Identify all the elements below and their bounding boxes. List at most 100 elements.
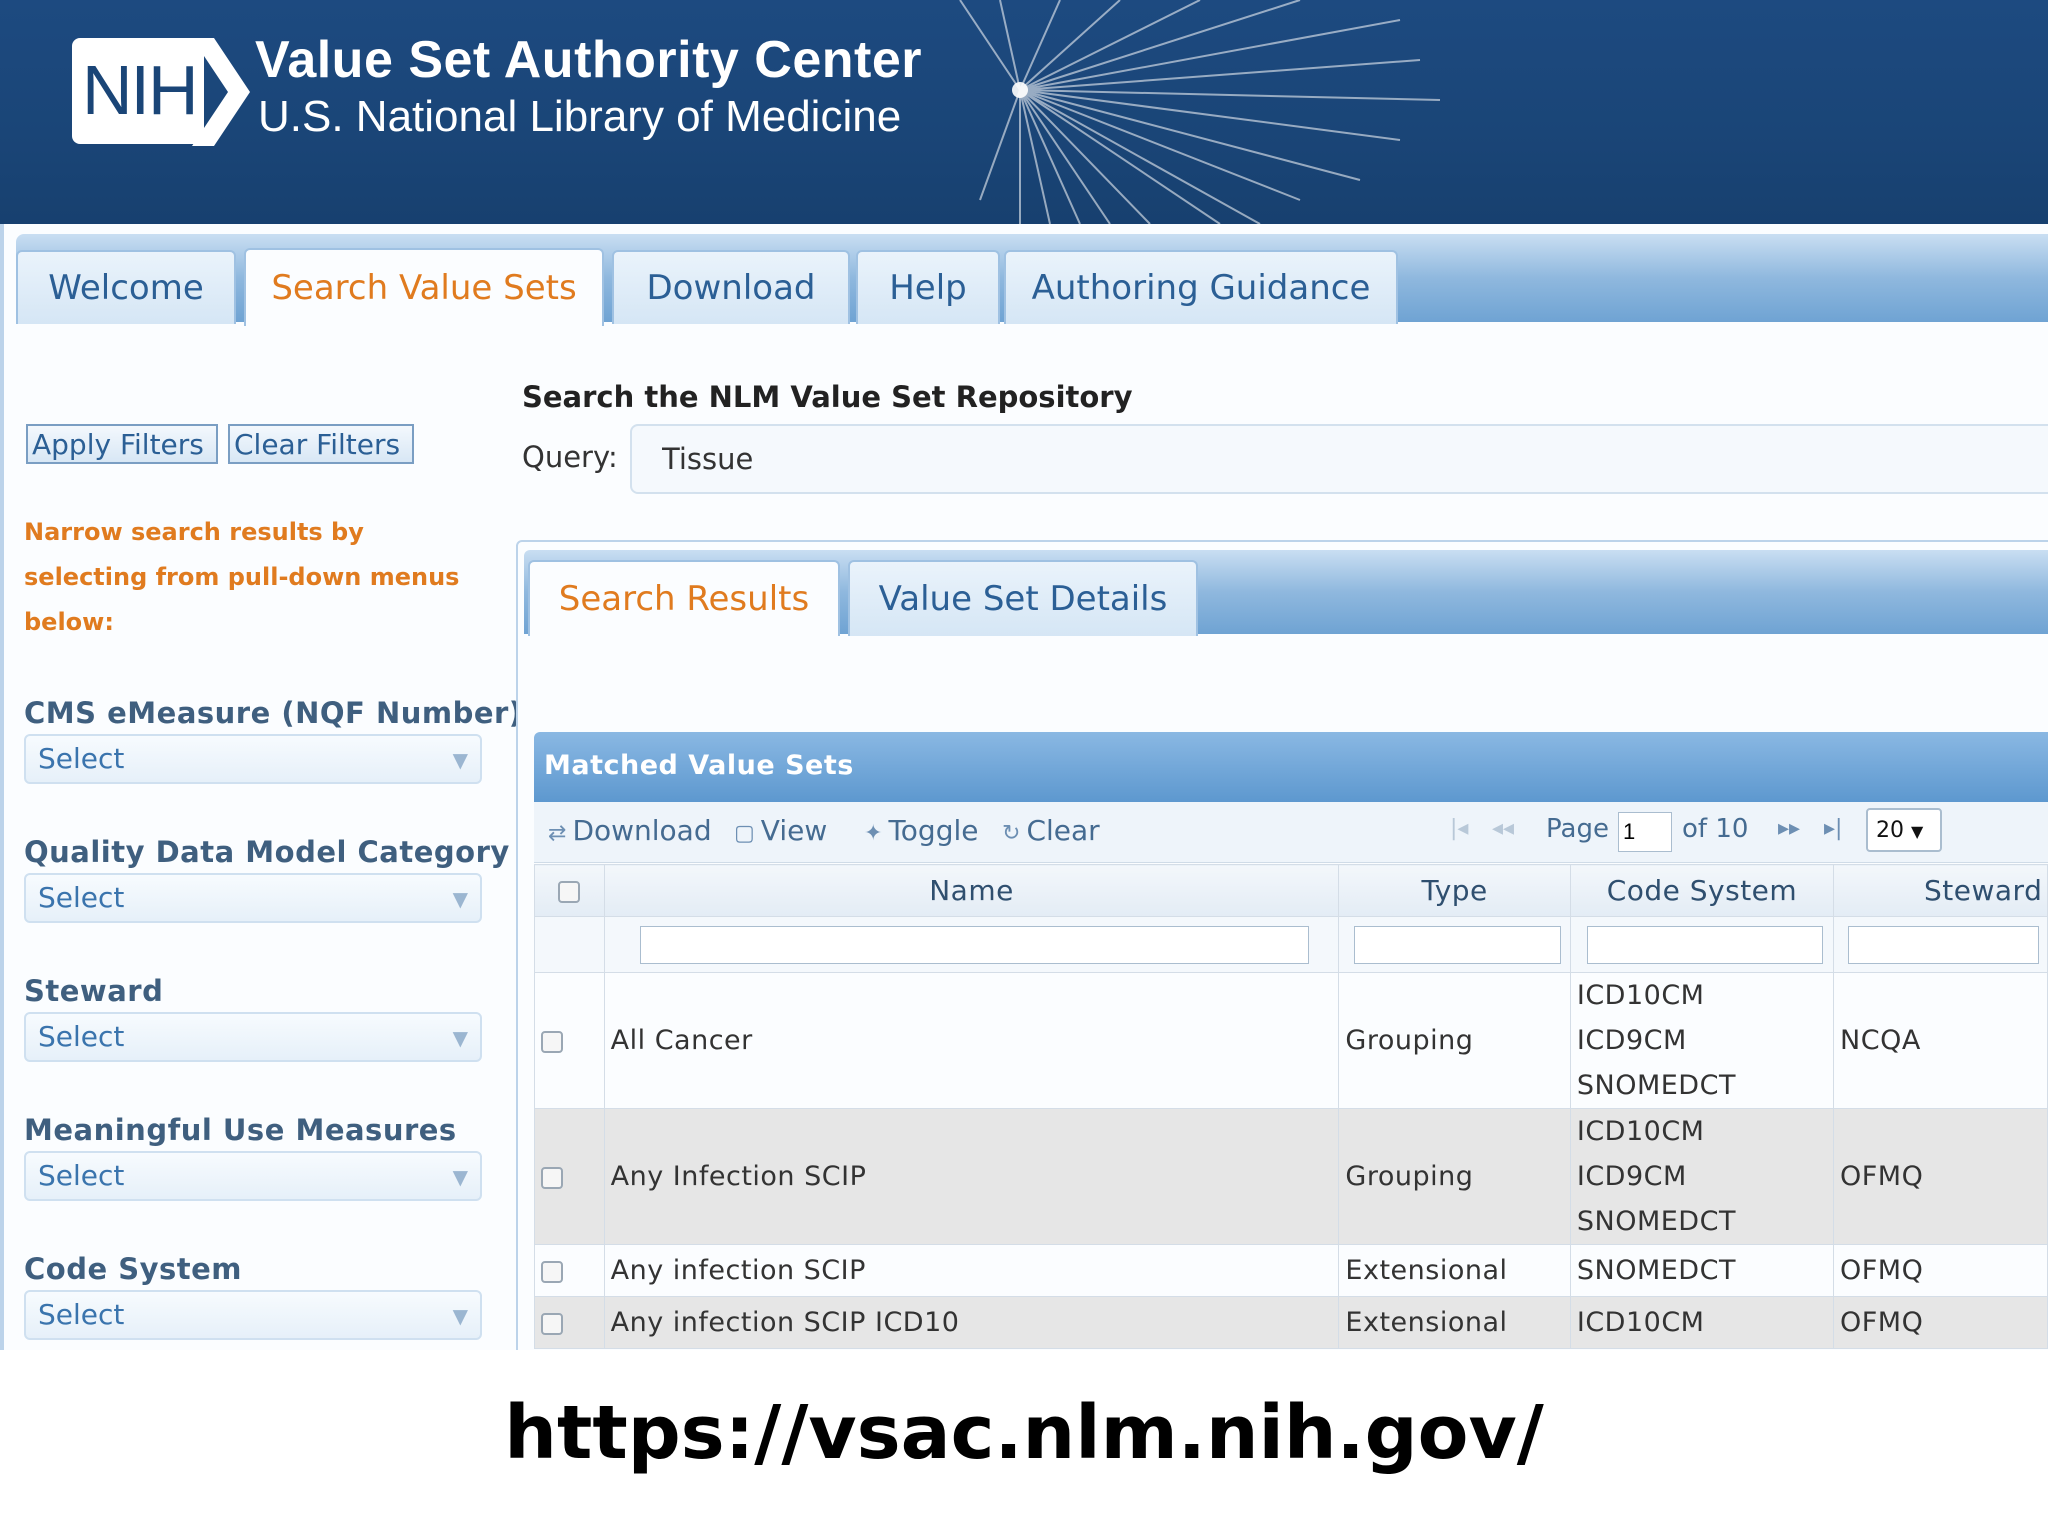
- download-icon: ⇄: [548, 821, 567, 846]
- filter-cell: [1338, 916, 1571, 973]
- view-label: View: [760, 814, 828, 847]
- toggle-label: Toggle: [888, 814, 979, 847]
- filter-cell: [1833, 916, 2048, 973]
- type-cell: Extensional: [1338, 1244, 1571, 1297]
- code-system-value: SNOMEDCT: [1576, 1070, 1736, 1101]
- download-label: Download: [572, 814, 712, 847]
- last-page-icon[interactable]: ▸|: [1824, 816, 1842, 841]
- grid-title: Matched Value Sets: [534, 732, 2048, 802]
- filter-label-qdm-category: Quality Data Model Category: [24, 835, 510, 869]
- filter-cell: [1569, 916, 1835, 973]
- table-row[interactable]: All Cancer Grouping ICD10CM ICD9CM SNOME…: [534, 972, 2048, 1109]
- filter-label-cms-emeasure: CMS eMeasure (NQF Number): [24, 696, 523, 730]
- dropdown-arrow-icon: ▼: [452, 887, 468, 911]
- query-input[interactable]: [630, 424, 2048, 494]
- dropdown-arrow-icon: ▼: [1911, 822, 1924, 841]
- page-number-input[interactable]: [1618, 812, 1672, 852]
- select-value: Select: [38, 742, 125, 775]
- code-system-cell: SNOMEDCT: [1569, 1244, 1835, 1297]
- qdm-category-select[interactable]: Select ▼: [24, 873, 482, 923]
- toggle-pin-icon: ✦: [864, 821, 883, 846]
- download-button[interactable]: ⇄ Download: [548, 814, 712, 847]
- filter-row: [534, 916, 2048, 973]
- clear-label: Clear: [1026, 814, 1100, 847]
- column-header-code-system[interactable]: Code System: [1569, 864, 1835, 917]
- code-system-value: SNOMEDCT: [1576, 1255, 1736, 1286]
- row-checkbox-cell: [534, 1244, 605, 1297]
- cms-emeasure-select[interactable]: Select ▼: [24, 734, 482, 784]
- tab-welcome[interactable]: Welcome: [16, 250, 236, 324]
- dropdown-arrow-icon: ▼: [452, 1026, 468, 1050]
- rows-per-page-value: 20: [1876, 818, 1904, 843]
- filter-label-steward: Steward: [24, 974, 164, 1008]
- name-cell: Any infection SCIP ICD10: [603, 1296, 1340, 1349]
- steward-cell: OFMQ: [1833, 1296, 2048, 1349]
- tab-search-results[interactable]: Search Results: [528, 560, 840, 636]
- row-checkbox-cell: [534, 1108, 605, 1245]
- filter-label-code-system: Code System: [24, 1252, 243, 1286]
- apply-filters-button[interactable]: Apply Filters: [26, 424, 218, 464]
- filter-instructions: Narrow search results by selecting from …: [24, 518, 460, 636]
- select-value: Select: [38, 1159, 125, 1192]
- next-page-icon[interactable]: ▸▸: [1778, 816, 1800, 841]
- name-cell: Any Infection SCIP: [603, 1108, 1340, 1245]
- select-all-header: [534, 864, 605, 917]
- type-cell: Grouping: [1338, 972, 1571, 1109]
- grid-toolbar: ⇄ Download ▢ View ✦ Toggle ↻ Clear |◂ ◂◂ Pag…: [534, 802, 2048, 863]
- steward-select[interactable]: Select ▼: [24, 1012, 482, 1062]
- code-system-cell: ICD10CM ICD9CM SNOMEDCT: [1569, 1108, 1835, 1245]
- type-cell: Extensional: [1338, 1296, 1571, 1349]
- value-sets-table: Name Type Code System Steward All Cancer…: [534, 864, 2048, 1349]
- table-row[interactable]: Any infection SCIP ICD10 Extensional ICD…: [534, 1296, 2048, 1349]
- rows-per-page-select[interactable]: 20 ▼: [1866, 808, 1942, 852]
- meaningful-use-select[interactable]: Select ▼: [24, 1151, 482, 1201]
- clear-button[interactable]: ↻ Clear: [1002, 814, 1100, 847]
- column-header-steward[interactable]: Steward: [1833, 864, 2048, 917]
- page-label: Page: [1546, 814, 1609, 844]
- row-checkbox[interactable]: [541, 1166, 563, 1189]
- row-checkbox[interactable]: [541, 1312, 563, 1335]
- clear-filters-button[interactable]: Clear Filters: [228, 424, 414, 464]
- table-row[interactable]: Any Infection SCIP Grouping ICD10CM ICD9…: [534, 1108, 2048, 1245]
- nih-logo[interactable]: NIH: [72, 36, 252, 146]
- code-system-filter-input[interactable]: [1587, 925, 1823, 964]
- toggle-button[interactable]: ✦ Toggle: [864, 814, 978, 847]
- type-filter-input[interactable]: [1354, 925, 1561, 964]
- row-checkbox[interactable]: [541, 1260, 563, 1283]
- search-heading: Search the NLM Value Set Repository: [522, 380, 1133, 414]
- column-header-name[interactable]: Name: [603, 864, 1340, 917]
- select-value: Select: [38, 881, 125, 914]
- dropdown-arrow-icon: ▼: [452, 1304, 468, 1328]
- code-system-value: ICD10CM: [1576, 980, 1705, 1011]
- steward-filter-input[interactable]: [1848, 925, 2039, 964]
- tab-search-value-sets[interactable]: Search Value Sets: [244, 248, 604, 326]
- code-system-select[interactable]: Select ▼: [24, 1290, 482, 1340]
- code-system-value: SNOMEDCT: [1576, 1206, 1736, 1237]
- table-row[interactable]: Any infection SCIP Extensional SNOMEDCT …: [534, 1244, 2048, 1297]
- row-checkbox[interactable]: [541, 1030, 563, 1053]
- code-system-cell: ICD10CM ICD9CM SNOMEDCT: [1569, 972, 1835, 1109]
- row-checkbox-cell: [534, 972, 605, 1109]
- tab-download[interactable]: Download: [612, 250, 850, 324]
- column-header-type[interactable]: Type: [1338, 864, 1571, 917]
- nih-logo-text: NIH: [82, 51, 199, 129]
- filter-label-meaningful-use: Meaningful Use Measures: [24, 1113, 457, 1147]
- query-label: Query:: [522, 440, 618, 474]
- tab-value-set-details[interactable]: Value Set Details: [848, 560, 1198, 636]
- nih-chevron-icon: [192, 38, 250, 146]
- dropdown-arrow-icon: ▼: [452, 1165, 468, 1189]
- name-cell: All Cancer: [603, 972, 1340, 1109]
- header-banner: NIH Value Set Authority Center U.S. Nati…: [0, 0, 2048, 224]
- clear-icon: ↻: [1002, 821, 1021, 846]
- tab-help[interactable]: Help: [856, 250, 1000, 324]
- prev-page-icon[interactable]: ◂◂: [1492, 816, 1514, 841]
- tab-authoring-guidance[interactable]: Authoring Guidance: [1004, 250, 1398, 324]
- view-button[interactable]: ▢ View: [734, 814, 827, 847]
- select-all-checkbox[interactable]: [558, 881, 581, 903]
- type-cell: Grouping: [1338, 1108, 1571, 1245]
- url-caption: https://vsac.nlm.nih.gov/: [504, 1390, 1544, 1476]
- name-filter-input[interactable]: [639, 925, 1310, 964]
- first-page-icon[interactable]: |◂: [1450, 816, 1468, 841]
- dropdown-arrow-icon: ▼: [452, 748, 468, 772]
- code-system-value: ICD10CM: [1576, 1307, 1705, 1338]
